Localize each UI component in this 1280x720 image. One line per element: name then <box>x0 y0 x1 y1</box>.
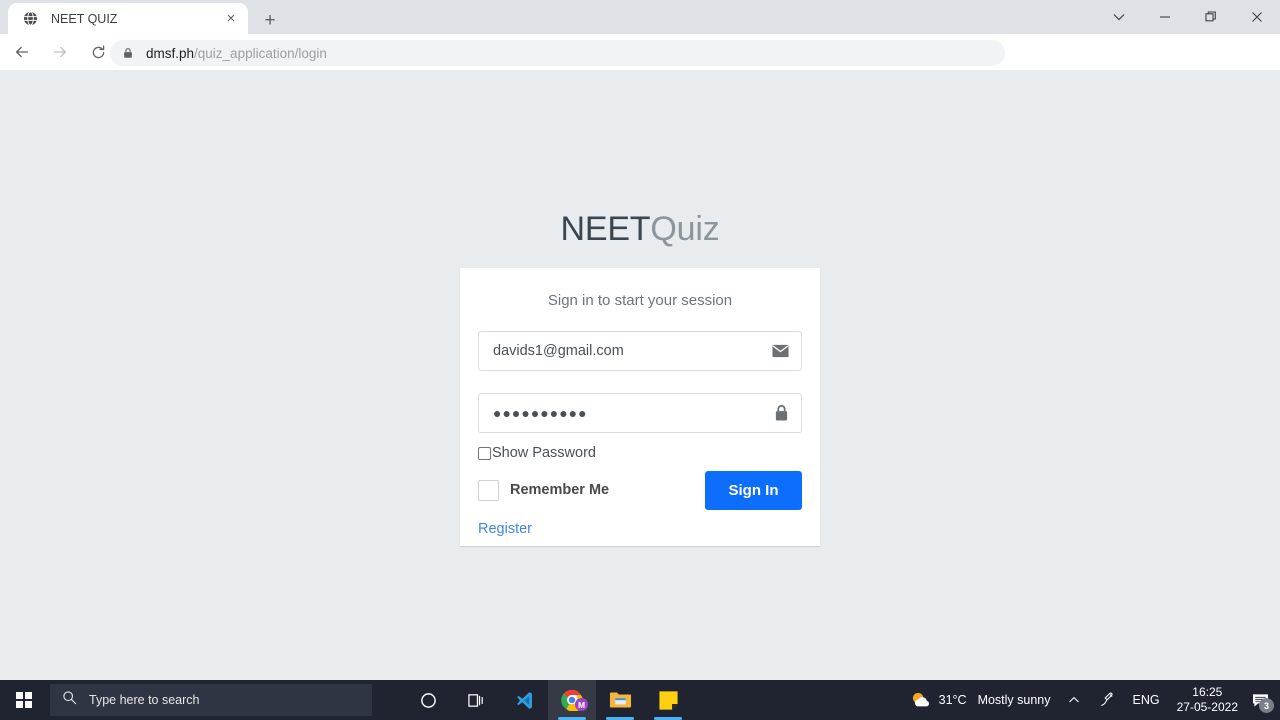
weather-widget[interactable]: 31°C Mostly sunny <box>903 680 1058 720</box>
pen-icon[interactable] <box>1090 680 1124 720</box>
remember-me-group[interactable]: Remember Me <box>478 479 610 501</box>
register-link[interactable]: Register <box>478 521 532 537</box>
brand-part-two: Quiz <box>650 210 720 248</box>
close-icon[interactable] <box>1234 0 1280 34</box>
email-field-wrapper <box>478 331 802 371</box>
sun-cloud-icon <box>910 690 931 711</box>
notification-badge: 3 <box>1259 698 1274 713</box>
search-placeholder: Type here to search <box>89 693 200 707</box>
password-field[interactable] <box>479 394 801 432</box>
lock-icon <box>774 405 789 422</box>
search-icon <box>62 690 77 710</box>
search-input[interactable]: Type here to search <box>50 684 372 716</box>
clock-time: 16:25 <box>1192 685 1223 699</box>
sign-in-button[interactable]: Sign In <box>705 470 802 510</box>
chrome-profile-badge: M <box>575 698 588 711</box>
clock-date: 27-05-2022 <box>1176 700 1238 714</box>
show-password-row[interactable]: Show Password <box>478 445 802 461</box>
envelope-icon <box>772 344 789 358</box>
weather-condition-label: Mostly sunny <box>977 693 1051 707</box>
brand-part-one: NEET <box>560 210 651 248</box>
page-title: NEETQuiz <box>0 209 1280 249</box>
window-controls <box>1096 0 1280 34</box>
address-bar-domain: dmsf.ph <box>146 45 195 61</box>
address-bar[interactable]: dmsf.ph/quiz_application/login <box>110 40 1005 66</box>
close-icon[interactable]: × <box>222 10 240 28</box>
windows-start-icon[interactable] <box>0 680 48 720</box>
show-password-label: Show Password <box>492 445 596 461</box>
chrome-icon[interactable]: M <box>548 680 596 720</box>
task-view-icon[interactable] <box>452 680 500 720</box>
clock[interactable]: 16:25 27-05-2022 <box>1169 685 1246 715</box>
new-tab-button[interactable]: + <box>256 6 284 34</box>
address-bar-url: dmsf.ph/quiz_application/login <box>146 46 327 61</box>
minimize-icon[interactable] <box>1142 0 1188 34</box>
login-form: Show Password Remember Me Sign In Regist… <box>460 331 820 538</box>
browser-toolbar: dmsf.ph/quiz_application/login <box>0 34 1280 99</box>
browser-tab[interactable]: NEET QUIZ × <box>8 3 248 34</box>
notification-icon[interactable]: 3 <box>1246 680 1280 720</box>
chevron-up-icon[interactable] <box>1058 680 1090 720</box>
globe-icon <box>22 10 39 27</box>
remember-me-checkbox[interactable] <box>478 479 499 501</box>
cortana-icon[interactable] <box>404 680 452 720</box>
vscode-icon[interactable] <box>500 680 548 720</box>
file-explorer-icon[interactable] <box>596 680 644 720</box>
language-indicator[interactable]: ENG <box>1124 680 1169 720</box>
remember-me-row: Remember Me Sign In <box>478 470 802 510</box>
email-field[interactable] <box>479 332 801 370</box>
language-label: ENG <box>1132 693 1160 707</box>
forward-arrow-icon <box>44 36 76 68</box>
remember-me-label: Remember Me <box>510 482 610 498</box>
browser-tab-strip: NEET QUIZ × + <box>0 0 1280 34</box>
temperature-label: 31°C <box>938 693 967 707</box>
windows-logo <box>16 692 32 708</box>
login-message: Sign in to start your session <box>547 292 733 309</box>
page-content: NEETQuiz Sign in to start your session d… <box>0 70 1280 720</box>
browser-tab-title: NEET QUIZ <box>51 11 118 26</box>
back-arrow-icon[interactable] <box>6 36 38 68</box>
sticky-notes-icon[interactable] <box>644 680 692 720</box>
show-password-checkbox[interactable] <box>478 446 491 460</box>
system-tray: 31°C Mostly sunny ENG 16:25 27-05-2022 3 <box>903 680 1280 720</box>
maximize-icon[interactable] <box>1188 0 1234 34</box>
address-bar-path: /quiz_application/login <box>194 45 327 61</box>
screen: NEET QUIZ × + dmsf.ph/quiz_application/l… <box>0 0 1280 720</box>
login-card: Sign in to start your session davids1@gm… <box>460 268 820 546</box>
password-field-wrapper <box>478 393 802 433</box>
lock-icon <box>122 47 134 59</box>
tab-search-icon[interactable] <box>1096 0 1142 34</box>
